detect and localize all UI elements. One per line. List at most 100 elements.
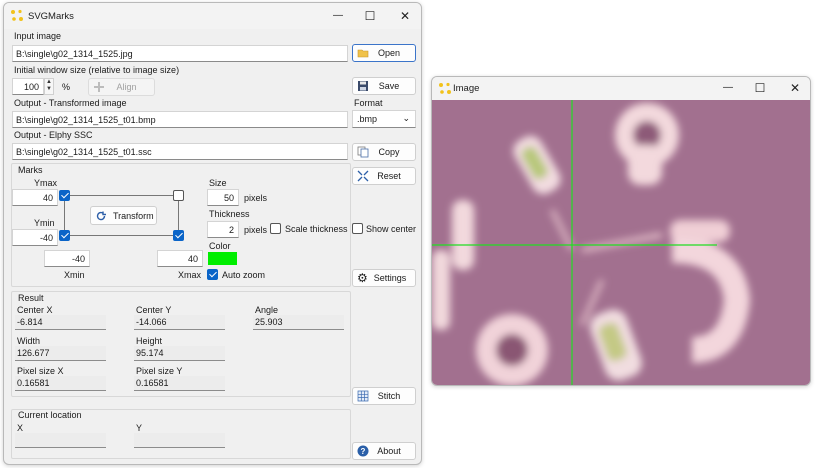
image-title-bar[interactable]: Image — ☐ ✕ (432, 77, 810, 100)
initial-size-field[interactable]: 100 (12, 78, 44, 95)
image-minimize-icon[interactable]: — (714, 79, 742, 97)
auto-zoom-checkbox[interactable] (207, 269, 218, 280)
input-image-label: Input image (14, 31, 62, 41)
input-image-field[interactable]: B:\single\g02_1314_1525.jpg (12, 45, 348, 62)
width-label: Width (17, 336, 41, 346)
size-field[interactable]: 50 (207, 189, 239, 206)
scale-thickness-checkbox[interactable] (270, 223, 281, 234)
image-close-icon[interactable]: ✕ (781, 79, 809, 97)
image-canvas[interactable] (432, 100, 810, 386)
reset-button[interactable]: Reset (352, 167, 416, 185)
output-elphy-field[interactable]: B:\single\g02_1314_1525_t01.ssc (12, 143, 348, 160)
xmin-label: Xmin (64, 270, 85, 280)
ymax-field[interactable]: 40 (12, 189, 58, 206)
transform-button-label: Transform (113, 210, 154, 221)
rotate-icon (95, 210, 107, 222)
xmax-field[interactable]: 40 (157, 250, 203, 267)
height-value: 95.174 (134, 346, 225, 361)
location-x-value (15, 433, 106, 448)
transform-button[interactable]: Transform (90, 206, 157, 225)
app-logo-icon (11, 9, 23, 21)
mark-top-right-checkbox[interactable] (173, 190, 184, 201)
show-center-label: Show center (366, 224, 417, 234)
initial-size-stepper[interactable]: ▲ ▼ (44, 78, 54, 95)
marks-group-label: Marks (18, 165, 43, 175)
xmin-field[interactable]: -40 (44, 250, 90, 267)
copy-button[interactable]: Copy (352, 143, 416, 161)
center-x-label: Center X (17, 305, 53, 315)
title-bar[interactable]: SVGMarks — ☐ ✕ (4, 3, 421, 29)
result-group-label: Result (18, 293, 44, 303)
help-icon: ? (357, 445, 369, 457)
ymax-label: Ymax (34, 178, 58, 188)
minimize-icon[interactable]: — (324, 7, 352, 25)
folder-icon (357, 47, 369, 59)
scale-thickness-label: Scale thickness (285, 224, 348, 234)
svgmarks-window: SVGMarks — ☐ ✕ Input image B:\single\g02… (3, 2, 422, 465)
grid-icon (357, 390, 369, 402)
location-y-label: Y (136, 423, 143, 433)
percent-label: % (62, 82, 71, 92)
format-select-value: .bmp (357, 114, 378, 124)
format-label: Format (354, 98, 383, 108)
output-elphy-label: Output - Elphy SSC (14, 130, 93, 140)
thickness-field[interactable]: 2 (207, 221, 239, 238)
mark-top-left-checkbox[interactable] (59, 190, 70, 201)
color-swatch[interactable] (208, 252, 237, 265)
marks-frame-line-left (64, 201, 65, 230)
floppy-disk-icon (357, 80, 369, 92)
image-app-logo-icon (439, 82, 451, 94)
settings-button[interactable]: ⚙ Settings (352, 269, 416, 287)
center-y-label: Center Y (136, 305, 172, 315)
close-icon[interactable]: ✕ (391, 7, 419, 25)
thickness-unit-label: pixels (244, 225, 268, 235)
output-transformed-label: Output - Transformed image (14, 98, 127, 108)
maximize-icon[interactable]: ☐ (356, 7, 384, 25)
reset-button-label: Reset (377, 171, 401, 181)
open-button[interactable]: Open (352, 44, 416, 62)
thickness-label: Thickness (209, 209, 250, 219)
output-transformed-field[interactable]: B:\single\g02_1314_1525_t01.bmp (12, 111, 348, 128)
center-y-value: -14.066 (134, 315, 225, 330)
ymin-label: Ymin (34, 218, 55, 228)
marks-frame-line-right (178, 201, 179, 230)
open-button-label: Open (377, 48, 401, 58)
stitch-button[interactable]: Stitch (352, 387, 416, 405)
height-label: Height (136, 336, 163, 346)
about-button[interactable]: ? About (352, 442, 416, 460)
pixel-size-x-label: Pixel size X (17, 366, 64, 376)
mark-bottom-right-checkbox[interactable] (173, 230, 184, 241)
mark-bottom-left-checkbox[interactable] (59, 230, 70, 241)
reset-arrows-icon (357, 170, 369, 182)
copy-icon (357, 146, 369, 158)
format-select[interactable]: .bmp ⌄ (352, 110, 416, 128)
image-maximize-icon[interactable]: ☐ (746, 79, 774, 97)
pixel-size-y-value: 0.16581 (134, 376, 225, 391)
settings-button-label: Settings (373, 273, 407, 283)
marks-frame-line-top (70, 195, 178, 196)
current-location-label: Current location (18, 410, 82, 420)
chevron-down-icon: ⌄ (402, 113, 410, 123)
ymin-field[interactable]: -40 (12, 229, 58, 246)
color-label: Color (209, 241, 231, 251)
show-center-checkbox[interactable] (352, 223, 363, 234)
save-button[interactable]: Save (352, 77, 416, 95)
location-x-label: X (17, 423, 24, 433)
location-y-value (134, 433, 225, 448)
initial-size-label: Initial window size (relative to image s… (14, 65, 180, 75)
width-value: 126.677 (15, 346, 106, 361)
about-button-label: About (377, 446, 401, 456)
size-unit-label: pixels (244, 193, 268, 203)
image-window-title: Image (453, 83, 480, 94)
image-window: Image — ☐ ✕ (431, 76, 811, 386)
center-x-value: -6.814 (15, 315, 106, 330)
stitch-button-label: Stitch (377, 391, 401, 401)
xmax-label: Xmax (178, 270, 202, 280)
svg-text:?: ? (361, 447, 366, 456)
align-button[interactable]: Align (88, 78, 155, 96)
size-label: Size (209, 178, 227, 188)
marks-frame-line-bottom (70, 235, 178, 236)
window-title: SVGMarks (28, 11, 74, 22)
angle-label: Angle (255, 305, 279, 315)
copy-button-label: Copy (378, 147, 400, 157)
